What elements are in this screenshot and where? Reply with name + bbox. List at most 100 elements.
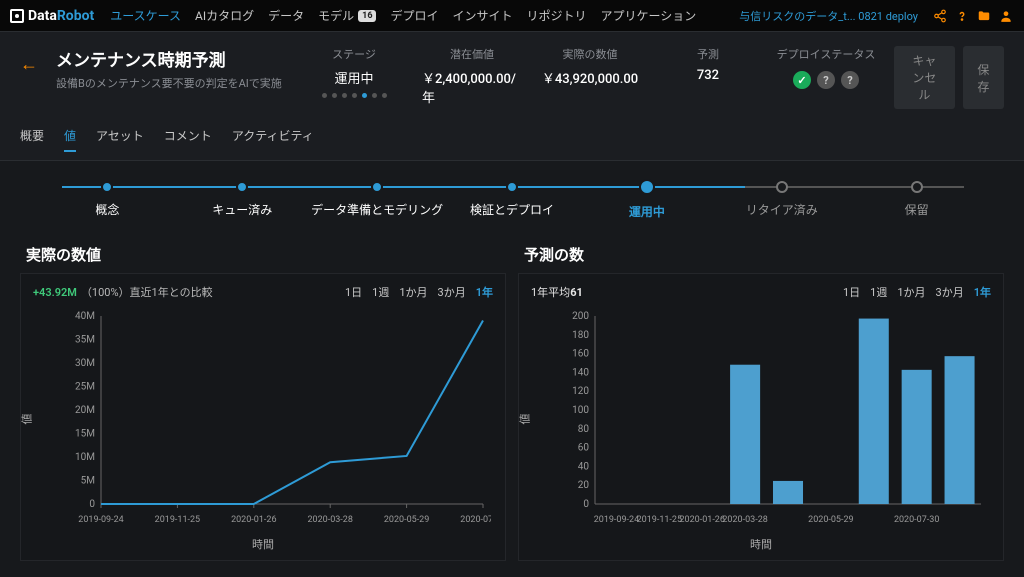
metric-stage: ステージ 運用中 xyxy=(304,46,404,98)
svg-text:160: 160 xyxy=(572,349,589,360)
chart-panels: 実際の数値 +43.92M （100%）直近1年との比較 1日1週1か月3か月1… xyxy=(0,234,1024,571)
step[interactable]: キュー済み xyxy=(175,181,310,218)
step-dot-icon xyxy=(371,181,383,193)
logo[interactable]: DataRobot xyxy=(10,8,94,24)
svg-text:2019-11-25: 2019-11-25 xyxy=(155,515,200,525)
share-icon[interactable] xyxy=(932,8,948,24)
nav-item[interactable]: モデル16 xyxy=(318,7,376,24)
svg-text:2019-11-25: 2019-11-25 xyxy=(637,515,682,525)
metric-label: ステージ xyxy=(332,46,376,62)
line-chart: 05M10M15M20M25M30M35M40M2019-09-242019-1… xyxy=(61,308,491,528)
nav-item[interactable]: デプロイ xyxy=(390,7,438,24)
step[interactable]: 保留 xyxy=(849,181,984,218)
range-option[interactable]: 1日 xyxy=(345,284,362,300)
breadcrumb[interactable]: 与信リスクのデータ_t... 0821 deploy xyxy=(739,8,918,24)
svg-text:20M: 20M xyxy=(75,405,95,416)
page-title: メンテナンス時期予測 xyxy=(56,46,286,71)
step-dot-icon xyxy=(506,181,518,193)
folder-icon[interactable] xyxy=(976,8,992,24)
user-icon[interactable] xyxy=(998,8,1014,24)
cancel-button[interactable]: キャンセル xyxy=(894,46,955,109)
step[interactable]: 検証とデプロイ xyxy=(445,181,580,218)
range-option[interactable]: 3か月 xyxy=(936,284,964,300)
range-selector: 1日 1週 1か月 3か月 1年 xyxy=(345,284,493,300)
range-option[interactable]: 3か月 xyxy=(438,284,466,300)
step[interactable]: リタイア済み xyxy=(714,181,849,218)
back-arrow-icon[interactable]: ← xyxy=(20,54,38,75)
status-unknown-icon: ? xyxy=(841,71,859,89)
metric-label: 実際の数値 xyxy=(563,46,618,62)
svg-text:80: 80 xyxy=(578,424,590,435)
step-dot-icon xyxy=(776,181,788,193)
metric-deploy-status: デプロイステータス ✓ ? ? xyxy=(776,46,876,89)
y-axis-label: 値 xyxy=(517,414,533,425)
panel-prediction-count: 1年平均61 1日 1週 1か月 3か月 1年 値 0 20 40 60 80 100 120 140… xyxy=(518,273,1004,561)
nav-item[interactable]: リポジトリ xyxy=(527,7,587,24)
range-option[interactable]: 1週 xyxy=(870,284,887,300)
subtab-値[interactable]: 値 xyxy=(64,127,76,152)
page-subtitle: 設備Bのメンテナンス要不要の判定をAIで実施 xyxy=(56,75,286,91)
range-option[interactable]: 1週 xyxy=(372,284,389,300)
nav-item[interactable]: アプリケーション xyxy=(601,7,697,24)
step[interactable]: 概念 xyxy=(40,181,175,218)
subtab-アクティビティ[interactable]: アクティビティ xyxy=(232,127,314,152)
svg-text:0: 0 xyxy=(583,499,589,510)
subtab-コメント[interactable]: コメント xyxy=(164,127,212,152)
stage-dots xyxy=(322,93,387,98)
svg-text:2020-01-26: 2020-01-26 xyxy=(679,515,724,525)
left-panel-title: 実際の数値 xyxy=(26,244,506,265)
nav-badge: 16 xyxy=(358,10,376,22)
range-option[interactable]: 1か月 xyxy=(897,284,925,300)
nav-item[interactable]: インサイト xyxy=(453,7,513,24)
svg-text:2020-05-29: 2020-05-29 xyxy=(384,515,429,525)
nav-item[interactable]: ユースケース xyxy=(110,7,181,24)
step-label: 運用中 xyxy=(629,203,665,220)
svg-text:120: 120 xyxy=(572,386,589,397)
step[interactable]: 運用中 xyxy=(579,179,714,220)
step-label: 検証とデプロイ xyxy=(470,201,554,218)
metric-value: 732 xyxy=(697,68,719,83)
metric-value: ￥2,400,000.00/年 xyxy=(422,68,522,106)
save-button[interactable]: 保存 xyxy=(963,46,1004,109)
metric-label: 予測 xyxy=(697,46,719,62)
bar-chart: 0204060801001201401601802002019-09-24201… xyxy=(559,308,989,528)
svg-text:2020-03-28: 2020-03-28 xyxy=(722,515,767,525)
svg-text:0: 0 xyxy=(89,499,95,510)
svg-text:140: 140 xyxy=(572,367,589,378)
nav-items: ユースケース AIカタログデータモデル16 デプロイインサイトリポジトリアプリケーシ… xyxy=(110,7,696,24)
panel-actual-value: +43.92M （100%）直近1年との比較 1日1週1か月3か月1年 値 05… xyxy=(20,273,506,561)
range-option[interactable]: 1年 xyxy=(974,284,991,300)
step[interactable]: データ準備とモデリング xyxy=(310,181,445,218)
svg-text:15M: 15M xyxy=(75,429,95,440)
svg-text:20: 20 xyxy=(578,480,590,491)
step-dot-icon xyxy=(236,181,248,193)
metric-value: 運用中 xyxy=(334,68,373,87)
logo-icon xyxy=(10,9,24,23)
svg-text:200: 200 xyxy=(572,311,589,322)
svg-text:100: 100 xyxy=(572,405,589,416)
range-option[interactable]: 1か月 xyxy=(399,284,427,300)
metric-label: 潜在価値 xyxy=(450,46,494,62)
delta-value: +43.92M xyxy=(33,286,77,299)
svg-text:40: 40 xyxy=(578,461,590,472)
logo-text-data: Data xyxy=(28,8,57,24)
subtab-アセット[interactable]: アセット xyxy=(96,127,144,152)
status-ok-icon: ✓ xyxy=(793,71,811,89)
svg-text:2020-07-30: 2020-07-30 xyxy=(894,515,939,525)
range-option[interactable]: 1年 xyxy=(476,284,493,300)
stage-stepper: 概念キュー済みデータ準備とモデリング検証とデプロイ 運用中 リタイア済み保留 xyxy=(0,161,1024,234)
metric-pred: 予測 732 xyxy=(658,46,758,83)
nav-item[interactable]: AIカタログ xyxy=(195,7,254,24)
svg-text:35M: 35M xyxy=(75,335,95,346)
step-dot-icon xyxy=(911,181,923,193)
subtab-概要[interactable]: 概要 xyxy=(20,127,44,152)
svg-text:2020-03-28: 2020-03-28 xyxy=(307,515,352,525)
range-option[interactable]: 1日 xyxy=(843,284,860,300)
metric-actual: 実際の数値 ￥43,920,000.00 xyxy=(540,46,640,87)
right-panel-title: 予測の数 xyxy=(524,244,1004,265)
svg-text:60: 60 xyxy=(578,443,590,454)
logo-text-robot: Robot xyxy=(57,8,94,24)
avg-label: 1年平均61 xyxy=(531,284,583,300)
help-icon[interactable] xyxy=(954,8,970,24)
nav-item[interactable]: データ xyxy=(268,7,304,24)
